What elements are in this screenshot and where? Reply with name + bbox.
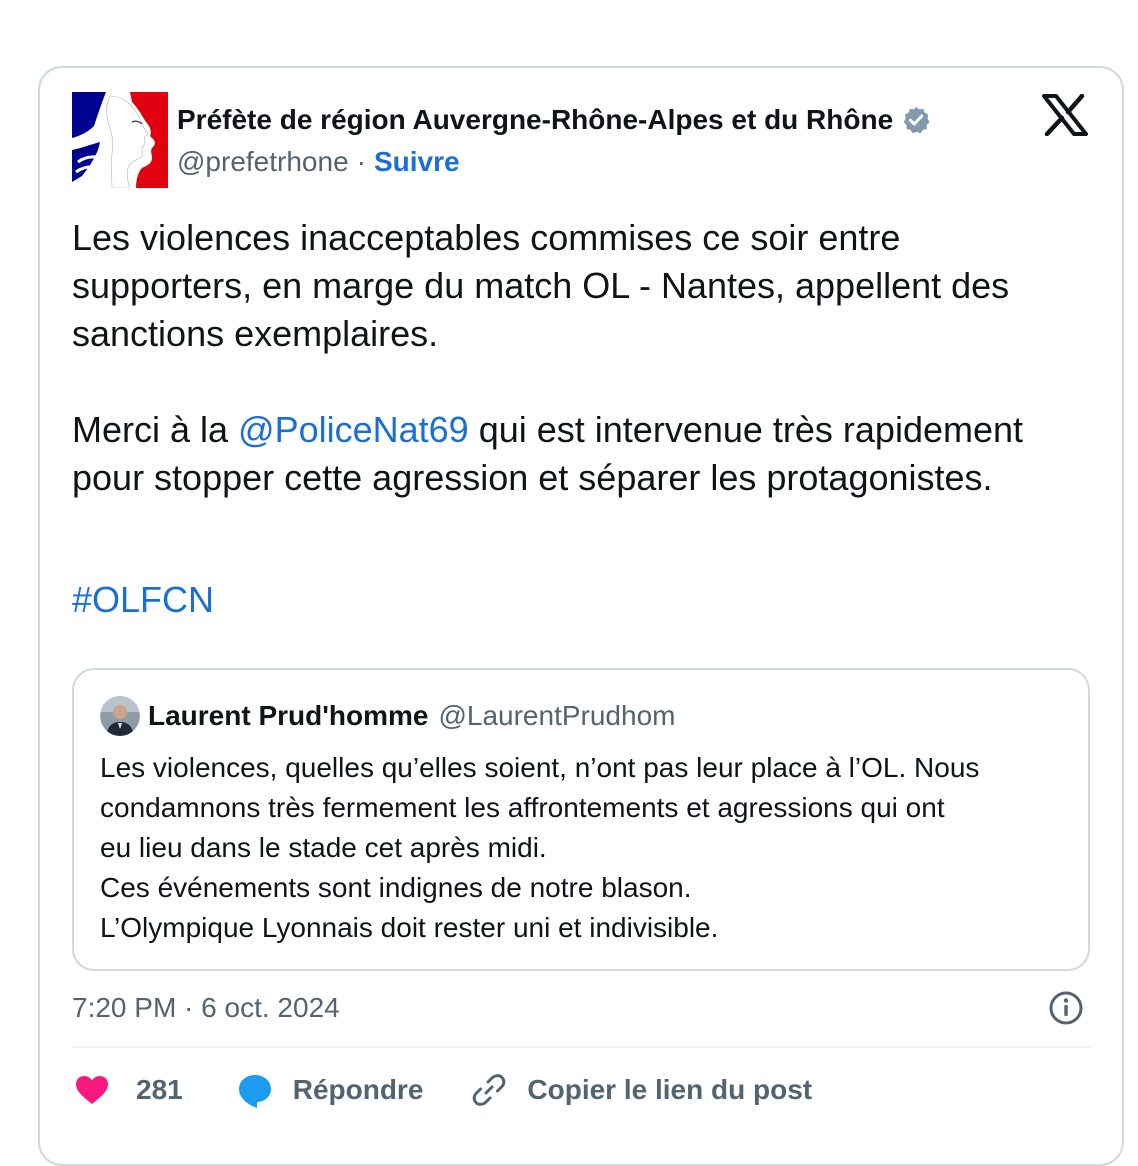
reply-label: Répondre <box>292 1074 424 1105</box>
tweet-body: Les violences inacceptables commises ce … <box>72 214 1062 624</box>
quoted-avatar[interactable] <box>100 696 140 736</box>
x-logo-icon[interactable] <box>1042 94 1088 136</box>
follow-button[interactable]: Suivre <box>374 146 460 178</box>
verified-badge-icon <box>903 106 930 134</box>
separator-dot: · <box>356 146 366 177</box>
quoted-line: Les violences, quelles qu’elles soient, … <box>100 752 980 783</box>
like-button[interactable]: 281 <box>72 1070 183 1110</box>
quoted-line: L’Olympique Lyonnais doit rester uni et … <box>100 912 719 943</box>
quoted-text: Les violences, quelles qu’elles soient, … <box>100 748 1070 948</box>
extra-gap <box>72 550 1062 576</box>
author-header: Préfète de région Auvergne-Rhône-Alpes e… <box>177 100 931 140</box>
like-count: 281 <box>136 1074 183 1105</box>
tweet-hashtag-line: #OLFCN <box>72 576 1062 624</box>
divider <box>72 1046 1090 1048</box>
author-name[interactable]: Préfète de région Auvergne-Rhône-Alpes e… <box>177 104 893 136</box>
quoted-author-handle[interactable]: @LaurentPrudhom <box>438 700 675 732</box>
quoted-line: eu lieu dans le stade cet après midi. <box>100 832 547 863</box>
reply-bubble-icon <box>238 1075 271 1108</box>
heart-icon <box>76 1076 108 1104</box>
tweet-paragraph-2: Merci à la @PoliceNat69 qui est interven… <box>72 406 1062 502</box>
author-handle-row: @prefetrhone · Suivre <box>177 144 460 180</box>
quoted-tweet[interactable]: Laurent Prud'homme @LaurentPrudhom Les v… <box>72 668 1090 971</box>
copy-link-label: Copier le lien du post <box>527 1074 813 1105</box>
marianne-logo-icon[interactable] <box>72 92 168 188</box>
tweet-text-before-mention: Merci à la <box>72 409 239 450</box>
link-icon <box>473 1074 506 1106</box>
action-bar: 281 Répondre Copier le lien du post <box>72 1068 812 1112</box>
info-icon[interactable] <box>1048 990 1084 1026</box>
copy-link-button[interactable]: Copier le lien du post <box>469 1070 812 1110</box>
author-handle[interactable]: @prefetrhone <box>177 146 349 178</box>
quoted-header: Laurent Prud'homme @LaurentPrudhom <box>148 696 675 736</box>
reply-button[interactable]: Répondre <box>235 1070 424 1110</box>
hashtag-link[interactable]: #OLFCN <box>72 579 214 620</box>
tweet-timestamp[interactable]: 7:20 PM · 6 oct. 2024 <box>72 988 340 1028</box>
quoted-line: Ces événements sont indignes de notre bl… <box>100 872 692 903</box>
tweet-paragraph-1: Les violences inacceptables commises ce … <box>72 217 1010 354</box>
quoted-author-name[interactable]: Laurent Prud'homme <box>148 700 428 732</box>
quoted-line: condamnons très fermement les affronteme… <box>100 792 945 823</box>
mention-link[interactable]: @PoliceNat69 <box>238 409 469 450</box>
